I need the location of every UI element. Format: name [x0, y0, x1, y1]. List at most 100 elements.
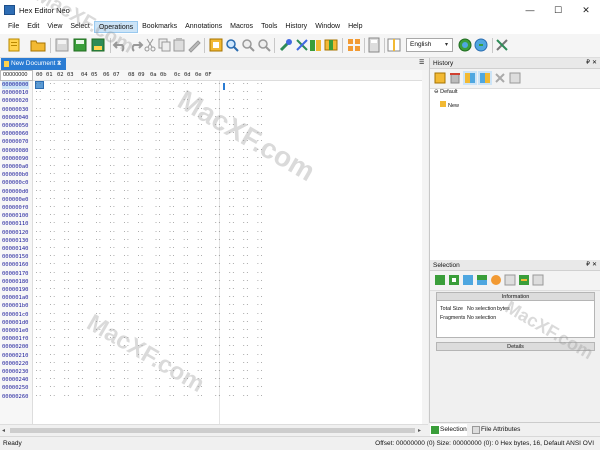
history-save-icon[interactable]: [508, 71, 522, 85]
language-select[interactable]: English ▾: [406, 38, 453, 52]
hex-column-header: 00000000 00 01 02 03 04 05 06 07 08 09 0…: [0, 70, 428, 81]
maximize-button[interactable]: ☐: [544, 0, 572, 20]
close-icon[interactable]: ✕: [592, 58, 597, 69]
select-hand-icon[interactable]: [489, 273, 503, 287]
offset-label: 00000150: [2, 254, 29, 261]
column-header: 0F: [205, 72, 212, 78]
history-redo-icon[interactable]: [478, 71, 492, 85]
selection-icon: [431, 426, 439, 434]
chevron-down-icon: ▾: [444, 42, 448, 48]
find-previous-icon[interactable]: [256, 37, 272, 53]
split-view-icon[interactable]: [386, 37, 402, 53]
select-export-icon[interactable]: [517, 273, 531, 287]
tree-item-new[interactable]: New: [440, 101, 460, 109]
tools-icon[interactable]: [278, 37, 294, 53]
status-bar: Ready Offset: 00000000 (0) Size: 0000000…: [0, 436, 600, 450]
scroll-left-icon[interactable]: ◂: [2, 427, 5, 434]
pin-icon[interactable]: ₽: [586, 260, 590, 271]
scroll-right-icon[interactable]: ▸: [418, 427, 421, 434]
pin-icon[interactable]: ₽: [586, 58, 590, 69]
hex-editor-view[interactable]: 00000000 00000010 00000020 00000030 00000040…: [0, 81, 428, 424]
select-clear-icon[interactable]: [531, 273, 545, 287]
history-panel: History ₽ ✕ ⊖ Default New: [429, 58, 600, 260]
column-header: 09: [138, 72, 145, 78]
menu-operations[interactable]: Operations: [93, 21, 139, 33]
menu-view[interactable]: View: [43, 21, 66, 33]
offset-label: 000001a0: [2, 295, 29, 302]
file-attributes-icon: [472, 426, 480, 434]
offset-label: 00000170: [2, 270, 29, 277]
close-icon[interactable]: ✕: [592, 260, 597, 271]
open-folder-icon[interactable]: [30, 37, 46, 53]
selection-toolbar: [430, 271, 600, 291]
find-icon[interactable]: [208, 37, 224, 53]
offset-label: 00000220: [2, 360, 29, 367]
offset-label: 00000240: [2, 377, 29, 384]
select-all-icon[interactable]: [433, 273, 447, 287]
tab-close-icon[interactable]: ✕: [57, 58, 62, 70]
offset-column: 00000000 00000010 00000020 00000030 00000040…: [0, 81, 33, 424]
save-disabled-icon[interactable]: [54, 37, 70, 53]
new-document-icon[interactable]: [6, 37, 22, 53]
columns-icon[interactable]: [323, 37, 339, 53]
menu-select[interactable]: Select: [66, 21, 93, 33]
tree-root[interactable]: ⊖ Default: [434, 89, 458, 95]
tab-new-document-1[interactable]: New Document 1 ✕: [1, 58, 66, 70]
offset-label: 00000080: [2, 147, 29, 154]
grid-icon[interactable]: [346, 37, 362, 53]
offset-label: 00000110: [2, 221, 29, 228]
details-header[interactable]: Details: [436, 342, 595, 351]
select-copy-icon[interactable]: [503, 273, 517, 287]
bookmark-icon[interactable]: [308, 37, 324, 53]
tab-selection[interactable]: Selection: [430, 424, 467, 436]
undo-icon[interactable]: [112, 37, 128, 53]
offset-label: 00000100: [2, 213, 29, 220]
menu-help[interactable]: Help: [344, 21, 366, 33]
paste-icon[interactable]: [171, 37, 187, 53]
menu-tools[interactable]: Tools: [257, 21, 281, 33]
menu-window[interactable]: Window: [311, 21, 344, 33]
menu-edit[interactable]: Edit: [23, 21, 43, 33]
scroll-thumb[interactable]: [10, 428, 415, 433]
tab-file-attributes[interactable]: File Attributes: [471, 424, 520, 436]
select-range-icon[interactable]: [461, 273, 475, 287]
document-icon: [4, 61, 9, 67]
menu-history[interactable]: History: [281, 21, 311, 33]
history-jump-icon[interactable]: [493, 71, 507, 85]
offset-label: 00000120: [2, 229, 29, 236]
pen-icon[interactable]: [186, 37, 202, 53]
panel-tab-strip: Selection File Attributes: [429, 422, 600, 436]
search-icon[interactable]: [224, 37, 240, 53]
vertical-scrollbar[interactable]: [422, 70, 428, 424]
menu-bookmarks[interactable]: Bookmarks: [138, 21, 181, 33]
save-all-icon[interactable]: [90, 37, 106, 53]
column-header: 0e: [195, 72, 202, 78]
refresh-icon[interactable]: [473, 37, 489, 53]
menu-macros[interactable]: Macros: [226, 21, 257, 33]
save-icon[interactable]: [72, 37, 88, 53]
menu-file[interactable]: File: [4, 21, 23, 33]
horizontal-scrollbar[interactable]: ◂ ▸: [0, 424, 428, 436]
hex-row[interactable]: .. .. .. .. .. .. .. .. .. .. .. .. .. .…: [35, 392, 263, 401]
history-undo-icon[interactable]: [463, 71, 477, 85]
delete-icon[interactable]: [448, 71, 462, 85]
globe-icon[interactable]: [457, 37, 473, 53]
tab-list-icon[interactable]: ☰: [419, 59, 424, 66]
close-button[interactable]: ✕: [572, 0, 600, 20]
menu-annotations[interactable]: Annotations: [181, 21, 226, 33]
select-block-icon[interactable]: [447, 273, 461, 287]
offset-label: 00000260: [2, 393, 29, 400]
select-invert-icon[interactable]: [475, 273, 489, 287]
offset-label: 000001b0: [2, 303, 29, 310]
information-header[interactable]: Information: [437, 293, 594, 301]
column-header: 03: [67, 72, 74, 78]
find-next-icon[interactable]: [240, 37, 256, 53]
column-header: 08: [128, 72, 135, 78]
status-details: Offset: 00000000 (0) Size: 00000000 (0):…: [375, 440, 594, 447]
minimize-button[interactable]: —: [516, 0, 544, 20]
copy-icon[interactable]: [156, 37, 172, 53]
settings-icon[interactable]: [494, 37, 510, 53]
offset-label: 00000130: [2, 237, 29, 244]
history-new-icon[interactable]: [433, 71, 447, 85]
calculator-icon[interactable]: [366, 37, 382, 53]
